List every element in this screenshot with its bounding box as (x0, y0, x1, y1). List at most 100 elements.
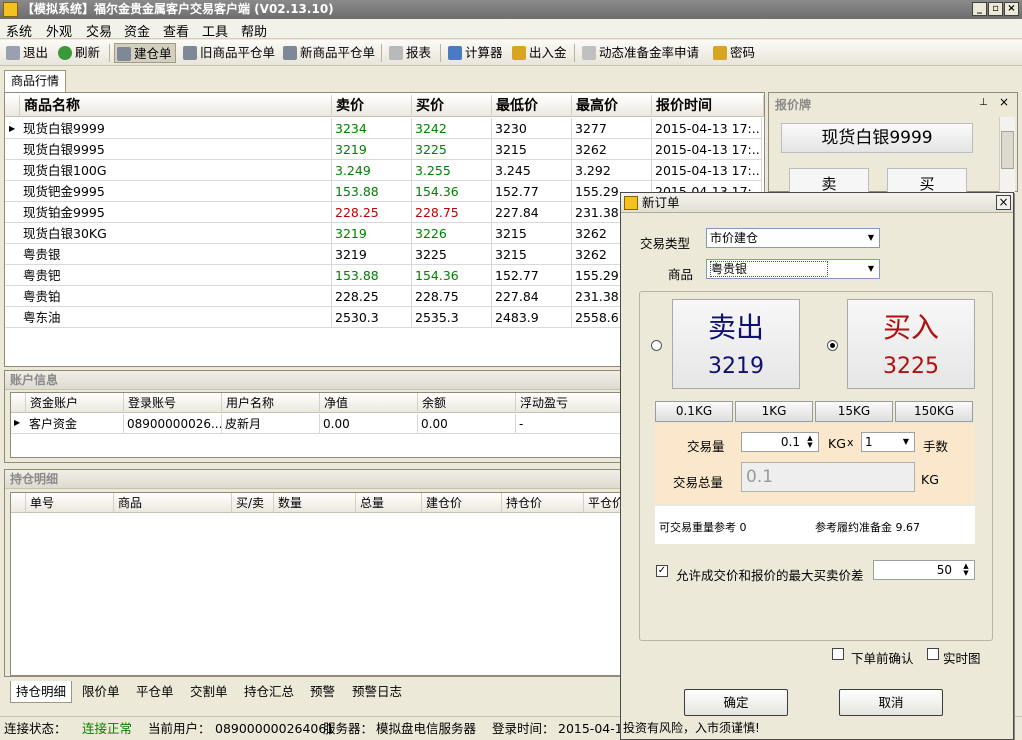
qty-stepper[interactable]: 0.1 ▲ ▼ (741, 432, 819, 452)
sell-price-cell: 153.88 (332, 181, 412, 202)
buy-radio[interactable] (827, 340, 838, 351)
low-price-cell: 227.84 (492, 286, 572, 307)
spinner-icon[interactable]: ▲ ▼ (960, 563, 972, 577)
account-cell: 0.00 (320, 414, 418, 434)
minimize-button[interactable]: _ (972, 2, 987, 16)
old-close-order-button[interactable]: 旧商品平仓单 (181, 43, 278, 63)
col-buy-price[interactable]: 买价 (412, 95, 492, 117)
col-high-price[interactable]: 最高价 (572, 95, 652, 117)
product-select[interactable]: 粤贵银 ▼ (706, 259, 880, 279)
refresh-button[interactable]: 刷新 (56, 43, 103, 63)
buy-price-cell: 228.75 (412, 286, 492, 307)
col-product-name[interactable]: 商品名称 (20, 95, 332, 117)
hands-select[interactable]: 1 ▼ (861, 432, 915, 452)
quote-row[interactable]: ▶ 现货白银9999 3234 3242 3230 3277 2015-04-13 17:.… (5, 118, 762, 139)
col-user-name[interactable]: 用户名称 (222, 393, 320, 413)
menu-appearance[interactable]: 外观 (46, 21, 72, 40)
close-button[interactable]: × (1004, 2, 1019, 16)
password-button[interactable]: 密码 (711, 43, 758, 63)
col-quote-time[interactable]: 报价时间 (652, 95, 764, 117)
trade-type-value: 市价建仓 (710, 231, 759, 245)
col-product[interactable]: 商品 (114, 493, 232, 513)
maximize-button[interactable]: ▫ (988, 2, 1003, 16)
menu-help[interactable]: 帮助 (241, 21, 267, 40)
account-row[interactable]: ▶ 客户资金 08900000026... 皮新月 0.00 0.00 - (11, 414, 621, 434)
menu-tools[interactable]: 工具 (202, 21, 228, 40)
tab-alerts[interactable]: 预警 (305, 681, 340, 703)
buy-price-cell: 3225 (412, 244, 492, 265)
trade-type-select[interactable]: 市价建仓 ▼ (706, 228, 880, 248)
connection-status: 连接正常 (82, 721, 133, 736)
col-floating-pl[interactable]: 浮动盈亏 (516, 393, 621, 413)
buy-price-cell: 154.36 (412, 181, 492, 202)
col-fund-account[interactable]: 资金账户 (26, 393, 124, 413)
col-hold-price[interactable]: 持仓价 (502, 493, 584, 513)
sell-price-cell: 3234 (332, 118, 412, 139)
positions-table (10, 492, 622, 676)
tab-limit-orders[interactable]: 限价单 (77, 681, 125, 703)
col-low-price[interactable]: 最低价 (492, 95, 572, 117)
sell-radio[interactable] (651, 340, 662, 351)
account-title: 账户信息 (5, 371, 620, 390)
qty-preset-0-1kg[interactable]: 0.1KG (655, 401, 733, 422)
calculator-button[interactable]: 计算器 (446, 43, 506, 63)
col-buy-sell[interactable]: 买/卖 (232, 493, 274, 513)
account-panel: 账户信息 资金账户 登录账号 用户名称 净值 余额 浮动盈亏 ▶ 客户资金 08… (4, 370, 622, 463)
menu-funds[interactable]: 资金 (124, 21, 150, 40)
col-open-price[interactable]: 建仓价 (422, 493, 502, 513)
col-balance[interactable]: 余额 (418, 393, 516, 413)
qty-preset-1kg[interactable]: 1KG (735, 401, 813, 422)
qty-preset-15kg[interactable]: 15KG (815, 401, 893, 422)
exit-button[interactable]: 退出 (4, 43, 51, 63)
spread-stepper[interactable]: 50 ▲ ▼ (873, 560, 975, 580)
quote-row[interactable]: 现货白银100G 3.249 3.255 3.245 3.292 2015-04-13 1… (5, 160, 762, 181)
sell-price-cell: 3219 (332, 139, 412, 160)
tab-market-quotes[interactable]: 商品行情 (4, 70, 67, 92)
sell-price-cell: 3219 (332, 223, 412, 244)
quote-board-scrollbar[interactable] (999, 117, 1015, 193)
realtime-chart-label: 实时图 (943, 651, 981, 666)
ok-button[interactable]: 确定 (684, 689, 788, 716)
allow-spread-checkbox[interactable]: ✓ (656, 565, 668, 577)
quote-board-title: 报价牌 (775, 98, 812, 112)
refresh-icon (58, 46, 72, 60)
menu-system[interactable]: 系统 (6, 21, 32, 40)
margin-rate-application-button[interactable]: 动态准备金率申请 (580, 43, 702, 63)
pin-icon[interactable]: ⊥ (979, 97, 988, 108)
tab-alert-log[interactable]: 预警日志 (347, 681, 407, 703)
menu-bar: 系统 外观 交易 资金 查看 工具 帮助 (0, 19, 1022, 40)
quote-row[interactable]: 现货白银9995 3219 3225 3215 3262 2015-04-13 17:..… (5, 139, 762, 160)
dialog-close-button[interactable]: × (996, 195, 1011, 210)
exit-label: 退出 (23, 45, 49, 60)
deposit-withdraw-button[interactable]: 出入金 (510, 43, 570, 63)
sell-price: 3219 (708, 354, 764, 379)
tab-delivery-orders[interactable]: 交割单 (185, 681, 233, 703)
realtime-chart-checkbox[interactable] (927, 648, 939, 660)
scrollbar-thumb[interactable] (1001, 131, 1014, 169)
qty-label: 交易量 (687, 439, 725, 454)
open-position-button[interactable]: 建仓单 (114, 43, 176, 63)
spread-value: 50 (936, 563, 952, 577)
col-sell-price[interactable]: 卖价 (332, 95, 412, 117)
col-close-price[interactable]: 平仓价 (584, 493, 621, 513)
report-button[interactable]: 报表 (387, 43, 434, 63)
quote-board-close-icon[interactable]: × (999, 95, 1009, 109)
tab-positions[interactable]: 持仓明细 (10, 681, 73, 703)
new-close-order-button[interactable]: 新商品平仓单 (281, 43, 378, 63)
cancel-button[interactable]: 取消 (839, 689, 943, 716)
col-total[interactable]: 总量 (356, 493, 422, 513)
qty-preset-150kg[interactable]: 150KG (895, 401, 973, 422)
col-net-value[interactable]: 净值 (320, 393, 418, 413)
menu-trade[interactable]: 交易 (86, 21, 112, 40)
confirm-before-order-checkbox[interactable] (832, 648, 844, 660)
buy-button[interactable]: 买入 3225 (847, 299, 975, 389)
reference-area: 可交易重量参考 0 参考履约准备金 9.67 (655, 506, 975, 544)
menu-view[interactable]: 查看 (163, 21, 189, 40)
tab-close-orders[interactable]: 平仓单 (131, 681, 179, 703)
col-quantity[interactable]: 数量 (274, 493, 356, 513)
col-order-no[interactable]: 单号 (26, 493, 114, 513)
tab-position-summary[interactable]: 持仓汇总 (239, 681, 299, 703)
spinner-icon[interactable]: ▲ ▼ (804, 435, 816, 449)
sell-button[interactable]: 卖出 3219 (672, 299, 800, 389)
col-login-account[interactable]: 登录账号 (124, 393, 222, 413)
